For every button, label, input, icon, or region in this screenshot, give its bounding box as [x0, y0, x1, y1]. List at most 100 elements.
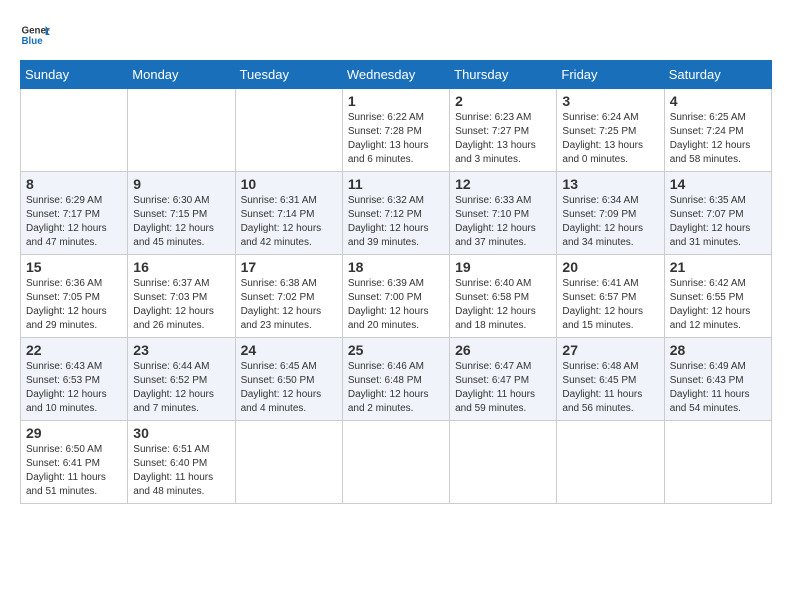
day-number: 13 [562, 176, 658, 192]
calendar-cell: 28 Sunrise: 6:49 AM Sunset: 6:43 PM Dayl… [664, 338, 771, 421]
calendar-cell: 11 Sunrise: 6:32 AM Sunset: 7:12 PM Dayl… [342, 172, 449, 255]
day-info: Sunrise: 6:30 AM Sunset: 7:15 PM Dayligh… [133, 194, 229, 250]
weekday-header-row: SundayMondayTuesdayWednesdayThursdayFrid… [21, 61, 772, 89]
weekday-header: Friday [557, 61, 664, 89]
day-number: 28 [670, 342, 766, 358]
calendar-week-row: 22 Sunrise: 6:43 AM Sunset: 6:53 PM Dayl… [21, 338, 772, 421]
calendar-cell: 12 Sunrise: 6:33 AM Sunset: 7:10 PM Dayl… [450, 172, 557, 255]
day-number: 14 [670, 176, 766, 192]
calendar-cell: 4 Sunrise: 6:25 AM Sunset: 7:24 PM Dayli… [664, 89, 771, 172]
day-number: 12 [455, 176, 551, 192]
day-info: Sunrise: 6:40 AM Sunset: 6:58 PM Dayligh… [455, 277, 551, 333]
day-info: Sunrise: 6:23 AM Sunset: 7:27 PM Dayligh… [455, 111, 551, 167]
day-info: Sunrise: 6:39 AM Sunset: 7:00 PM Dayligh… [348, 277, 444, 333]
calendar-table: SundayMondayTuesdayWednesdayThursdayFrid… [20, 60, 772, 504]
calendar-cell: 20 Sunrise: 6:41 AM Sunset: 6:57 PM Dayl… [557, 255, 664, 338]
weekday-header: Monday [128, 61, 235, 89]
calendar-cell: 14 Sunrise: 6:35 AM Sunset: 7:07 PM Dayl… [664, 172, 771, 255]
calendar-cell [557, 421, 664, 504]
calendar-cell: 19 Sunrise: 6:40 AM Sunset: 6:58 PM Dayl… [450, 255, 557, 338]
calendar-cell: 16 Sunrise: 6:37 AM Sunset: 7:03 PM Dayl… [128, 255, 235, 338]
svg-text:Blue: Blue [22, 36, 44, 47]
day-number: 27 [562, 342, 658, 358]
day-info: Sunrise: 6:37 AM Sunset: 7:03 PM Dayligh… [133, 277, 229, 333]
day-info: Sunrise: 6:48 AM Sunset: 6:45 PM Dayligh… [562, 360, 658, 416]
calendar-week-row: 29 Sunrise: 6:50 AM Sunset: 6:41 PM Dayl… [21, 421, 772, 504]
calendar-cell: 1 Sunrise: 6:22 AM Sunset: 7:28 PM Dayli… [342, 89, 449, 172]
calendar-cell: 22 Sunrise: 6:43 AM Sunset: 6:53 PM Dayl… [21, 338, 128, 421]
day-number: 16 [133, 259, 229, 275]
day-info: Sunrise: 6:42 AM Sunset: 6:55 PM Dayligh… [670, 277, 766, 333]
calendar-cell: 18 Sunrise: 6:39 AM Sunset: 7:00 PM Dayl… [342, 255, 449, 338]
weekday-header: Wednesday [342, 61, 449, 89]
calendar-cell: 27 Sunrise: 6:48 AM Sunset: 6:45 PM Dayl… [557, 338, 664, 421]
calendar-cell: 2 Sunrise: 6:23 AM Sunset: 7:27 PM Dayli… [450, 89, 557, 172]
weekday-header: Tuesday [235, 61, 342, 89]
calendar-cell: 15 Sunrise: 6:36 AM Sunset: 7:05 PM Dayl… [21, 255, 128, 338]
day-info: Sunrise: 6:45 AM Sunset: 6:50 PM Dayligh… [241, 360, 337, 416]
day-number: 8 [26, 176, 122, 192]
day-info: Sunrise: 6:46 AM Sunset: 6:48 PM Dayligh… [348, 360, 444, 416]
day-info: Sunrise: 6:41 AM Sunset: 6:57 PM Dayligh… [562, 277, 658, 333]
calendar-cell [342, 421, 449, 504]
day-number: 15 [26, 259, 122, 275]
calendar-cell: 25 Sunrise: 6:46 AM Sunset: 6:48 PM Dayl… [342, 338, 449, 421]
day-info: Sunrise: 6:51 AM Sunset: 6:40 PM Dayligh… [133, 443, 229, 499]
calendar-cell: 17 Sunrise: 6:38 AM Sunset: 7:02 PM Dayl… [235, 255, 342, 338]
calendar-cell [235, 421, 342, 504]
day-number: 17 [241, 259, 337, 275]
day-number: 21 [670, 259, 766, 275]
day-info: Sunrise: 6:29 AM Sunset: 7:17 PM Dayligh… [26, 194, 122, 250]
day-number: 9 [133, 176, 229, 192]
calendar-cell: 23 Sunrise: 6:44 AM Sunset: 6:52 PM Dayl… [128, 338, 235, 421]
day-number: 10 [241, 176, 337, 192]
calendar-body: 1 Sunrise: 6:22 AM Sunset: 7:28 PM Dayli… [21, 89, 772, 504]
calendar-cell [235, 89, 342, 172]
weekday-header: Sunday [21, 61, 128, 89]
weekday-header: Thursday [450, 61, 557, 89]
day-info: Sunrise: 6:36 AM Sunset: 7:05 PM Dayligh… [26, 277, 122, 333]
day-number: 4 [670, 93, 766, 109]
day-number: 25 [348, 342, 444, 358]
calendar-cell: 30 Sunrise: 6:51 AM Sunset: 6:40 PM Dayl… [128, 421, 235, 504]
calendar-cell: 13 Sunrise: 6:34 AM Sunset: 7:09 PM Dayl… [557, 172, 664, 255]
day-info: Sunrise: 6:24 AM Sunset: 7:25 PM Dayligh… [562, 111, 658, 167]
day-info: Sunrise: 6:38 AM Sunset: 7:02 PM Dayligh… [241, 277, 337, 333]
calendar-cell: 21 Sunrise: 6:42 AM Sunset: 6:55 PM Dayl… [664, 255, 771, 338]
day-info: Sunrise: 6:49 AM Sunset: 6:43 PM Dayligh… [670, 360, 766, 416]
day-number: 29 [26, 425, 122, 441]
calendar-cell: 29 Sunrise: 6:50 AM Sunset: 6:41 PM Dayl… [21, 421, 128, 504]
day-info: Sunrise: 6:25 AM Sunset: 7:24 PM Dayligh… [670, 111, 766, 167]
calendar-cell [21, 89, 128, 172]
page-header: General Blue [20, 20, 772, 50]
day-number: 11 [348, 176, 444, 192]
calendar-cell [450, 421, 557, 504]
calendar-cell: 8 Sunrise: 6:29 AM Sunset: 7:17 PM Dayli… [21, 172, 128, 255]
day-info: Sunrise: 6:34 AM Sunset: 7:09 PM Dayligh… [562, 194, 658, 250]
day-number: 23 [133, 342, 229, 358]
day-info: Sunrise: 6:50 AM Sunset: 6:41 PM Dayligh… [26, 443, 122, 499]
calendar-cell [128, 89, 235, 172]
calendar-cell: 24 Sunrise: 6:45 AM Sunset: 6:50 PM Dayl… [235, 338, 342, 421]
calendar-week-row: 15 Sunrise: 6:36 AM Sunset: 7:05 PM Dayl… [21, 255, 772, 338]
day-number: 1 [348, 93, 444, 109]
day-info: Sunrise: 6:32 AM Sunset: 7:12 PM Dayligh… [348, 194, 444, 250]
day-number: 24 [241, 342, 337, 358]
day-info: Sunrise: 6:44 AM Sunset: 6:52 PM Dayligh… [133, 360, 229, 416]
calendar-week-row: 8 Sunrise: 6:29 AM Sunset: 7:17 PM Dayli… [21, 172, 772, 255]
calendar-cell: 10 Sunrise: 6:31 AM Sunset: 7:14 PM Dayl… [235, 172, 342, 255]
day-info: Sunrise: 6:35 AM Sunset: 7:07 PM Dayligh… [670, 194, 766, 250]
day-number: 22 [26, 342, 122, 358]
day-number: 30 [133, 425, 229, 441]
calendar-cell: 9 Sunrise: 6:30 AM Sunset: 7:15 PM Dayli… [128, 172, 235, 255]
weekday-header: Saturday [664, 61, 771, 89]
day-number: 19 [455, 259, 551, 275]
day-info: Sunrise: 6:22 AM Sunset: 7:28 PM Dayligh… [348, 111, 444, 167]
calendar-cell [664, 421, 771, 504]
logo: General Blue [20, 20, 50, 50]
day-info: Sunrise: 6:43 AM Sunset: 6:53 PM Dayligh… [26, 360, 122, 416]
day-number: 3 [562, 93, 658, 109]
calendar-cell: 3 Sunrise: 6:24 AM Sunset: 7:25 PM Dayli… [557, 89, 664, 172]
day-number: 18 [348, 259, 444, 275]
day-number: 2 [455, 93, 551, 109]
